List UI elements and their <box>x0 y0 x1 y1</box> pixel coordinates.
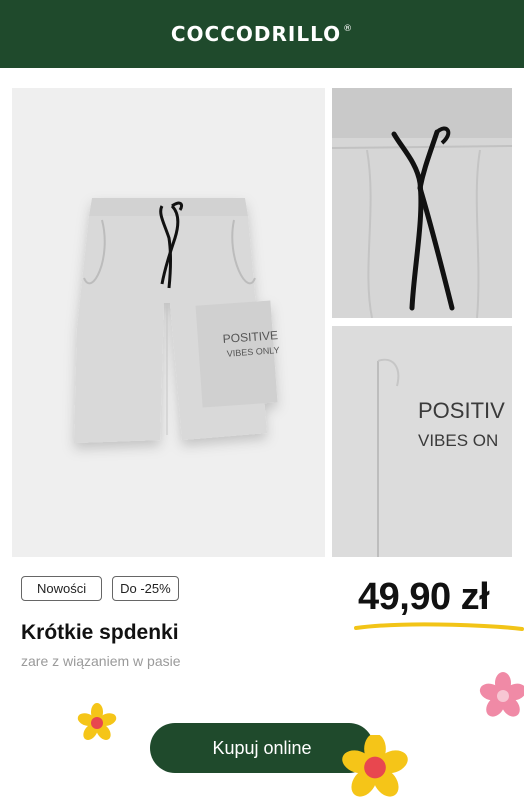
badge-new: Nowości <box>21 576 103 601</box>
brand-name: COCCODRILLO <box>170 22 342 46</box>
print-closeup: POSITIV VIBES ON <box>332 326 512 557</box>
pink-flower-icon <box>479 672 524 717</box>
product-detail-image-waist[interactable] <box>332 88 512 318</box>
top-header: COCCODRILLO ® <box>0 0 524 68</box>
product-main-image[interactable]: POSITIVE VIBES ONLY <box>12 88 325 557</box>
brand-logo[interactable]: COCCODRILLO ® <box>171 22 353 46</box>
print-text-line-2: VIBES ON <box>418 431 498 450</box>
badge-discount: Do -25% <box>112 576 179 601</box>
print-text-line-1: POSITIV <box>418 398 505 423</box>
price-underline <box>354 622 524 631</box>
product-detail-image-print[interactable]: POSITIV VIBES ON <box>332 326 512 557</box>
registered-mark: ® <box>343 24 354 34</box>
waistband-closeup <box>332 88 512 318</box>
badge-row: Nowości Do -25% <box>21 576 179 601</box>
product-title: Krótkie spdenki <box>21 621 179 644</box>
shorts-illustration: POSITIVE VIBES ONLY <box>74 198 280 443</box>
product-subtitle: zare z wiązaniem w pasie <box>21 653 181 669</box>
large-yellow-flower-icon <box>342 735 408 797</box>
product-price: 49,90 zł <box>358 576 490 618</box>
yellow-flower-icon <box>77 703 117 740</box>
